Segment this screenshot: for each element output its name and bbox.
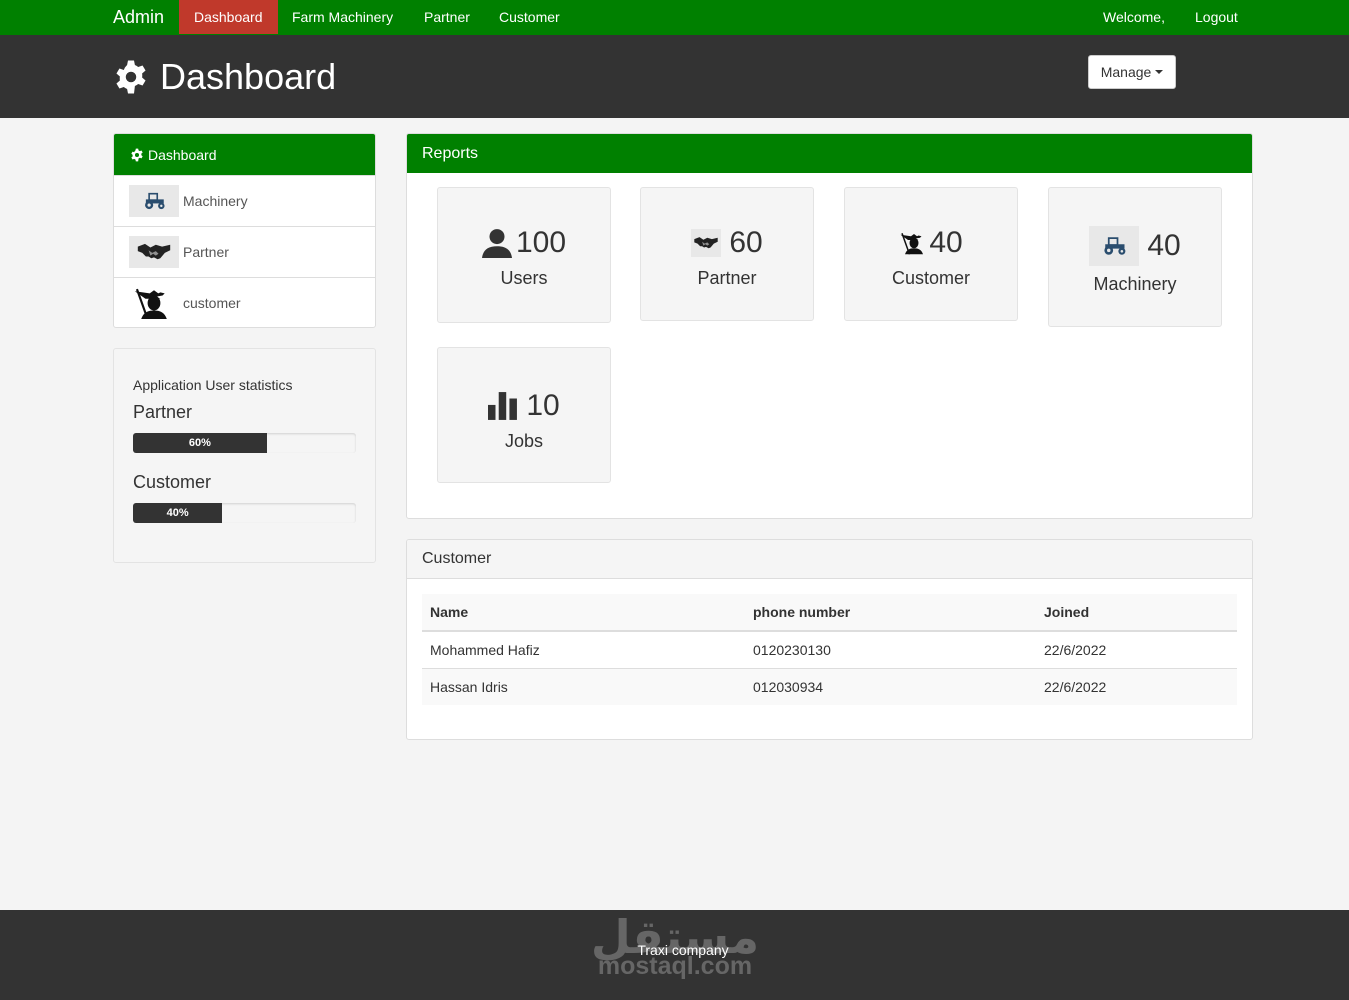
logout-link[interactable]: Logout <box>1195 0 1238 34</box>
table-header-row: Name phone number Joined <box>422 594 1237 632</box>
customer-panel-title: Customer <box>407 540 1252 579</box>
customer-count: 40 <box>929 226 963 259</box>
cell-joined: 22/6/2022 <box>1036 667 1237 705</box>
cell-phone: 012030934 <box>745 667 1036 705</box>
customer-table: Name phone number Joined Mohammed Hafiz … <box>422 594 1237 705</box>
table-row[interactable]: Mohammed Hafiz 0120230130 22/6/2022 <box>422 630 1237 668</box>
partner-stat-label: Partner <box>133 402 193 422</box>
cell-name: Mohammed Hafiz <box>422 630 745 668</box>
jobs-label: Jobs <box>504 431 544 451</box>
sidebar-item-label: Partner <box>183 244 229 260</box>
jobs-card[interactable]: 10 Jobs <box>437 347 611 483</box>
reports-title: Reports <box>407 134 1252 173</box>
partner-card[interactable]: 60 Partner <box>640 187 814 321</box>
table-row[interactable]: Hassan Idris 012030934 22/6/2022 <box>422 667 1237 705</box>
handshake-icon <box>129 236 179 268</box>
cell-name: Hassan Idris <box>422 667 745 705</box>
welcome-text: Welcome, <box>1103 9 1165 25</box>
farmer-icon <box>129 287 179 319</box>
customer-label: Customer <box>891 268 971 288</box>
machinery-card[interactable]: 40 Machinery <box>1048 187 1222 327</box>
sidebar-item-label: Machinery <box>183 193 248 209</box>
jobs-count: 10 <box>526 389 560 422</box>
reports-panel: Reports 100 Users 60 Partner 40 Customer… <box>406 133 1253 519</box>
users-label: Users <box>500 268 548 288</box>
customer-progress-bar: 40% <box>133 503 223 523</box>
sidebar-item-machinery[interactable]: Machinery <box>114 175 375 226</box>
gear-icon <box>113 59 149 95</box>
caret-down-icon <box>1155 70 1164 74</box>
nav-dashboard[interactable]: Dashboard <box>179 0 278 34</box>
users-count: 100 <box>515 226 567 259</box>
partner-label: Partner <box>697 268 757 288</box>
page-title-text: Dashboard <box>160 56 337 97</box>
tractor-icon <box>1089 226 1140 266</box>
footer: مستقل mostaql.com Traxi company <box>0 910 1349 1000</box>
statistics-title: Application User statistics <box>133 377 293 393</box>
sidebar-header[interactable]: Dashboard <box>114 134 375 175</box>
brand-link[interactable]: Admin <box>113 7 164 28</box>
sidebar-item-partner[interactable]: Partner <box>114 226 375 277</box>
customer-panel: Customer Name phone number Joined Mohamm… <box>406 539 1253 740</box>
user-icon <box>482 228 512 258</box>
bar-chart-icon <box>488 392 518 420</box>
sidebar-menu: Dashboard Machinery Partner customer <box>113 133 376 328</box>
machinery-label: Machinery <box>1093 274 1177 294</box>
nav-farm-machinery[interactable]: Farm Machinery <box>277 0 408 34</box>
gear-icon <box>130 148 144 162</box>
manage-dropdown-button[interactable]: Manage <box>1088 55 1176 89</box>
footer-company-text: Traxi company <box>637 942 729 958</box>
manage-label: Manage <box>1100 64 1152 80</box>
farmer-icon <box>899 228 929 258</box>
column-header-phone: phone number <box>745 594 1036 632</box>
tractor-icon <box>129 185 179 217</box>
column-header-joined: Joined <box>1036 594 1237 632</box>
sidebar-item-label: customer <box>183 295 241 311</box>
machinery-count: 40 <box>1147 229 1181 262</box>
sidebar-header-label: Dashboard <box>148 146 217 163</box>
sidebar-item-customer[interactable]: customer <box>114 277 375 328</box>
users-card[interactable]: 100 Users <box>437 187 611 323</box>
nav-partner[interactable]: Partner <box>409 0 485 34</box>
nav-customer[interactable]: Customer <box>484 0 575 34</box>
page-title: Dashboard <box>113 55 336 99</box>
cell-joined: 22/6/2022 <box>1036 630 1237 668</box>
top-navbar: Admin Dashboard Farm Machinery Partner C… <box>0 0 1349 35</box>
customer-stat-label: Customer <box>133 472 212 492</box>
customer-card[interactable]: 40 Customer <box>844 187 1018 321</box>
partner-progress-bar: 60% <box>133 433 267 453</box>
page-header: Dashboard Manage <box>0 35 1349 118</box>
column-header-name: Name <box>422 594 745 632</box>
user-statistics-panel: Application User statistics Partner 60% … <box>113 348 376 563</box>
customer-progress: 40% <box>133 503 356 523</box>
partner-count: 60 <box>729 226 763 259</box>
cell-phone: 0120230130 <box>745 630 1036 668</box>
partner-progress: 60% <box>133 433 356 453</box>
handshake-icon <box>691 229 722 257</box>
